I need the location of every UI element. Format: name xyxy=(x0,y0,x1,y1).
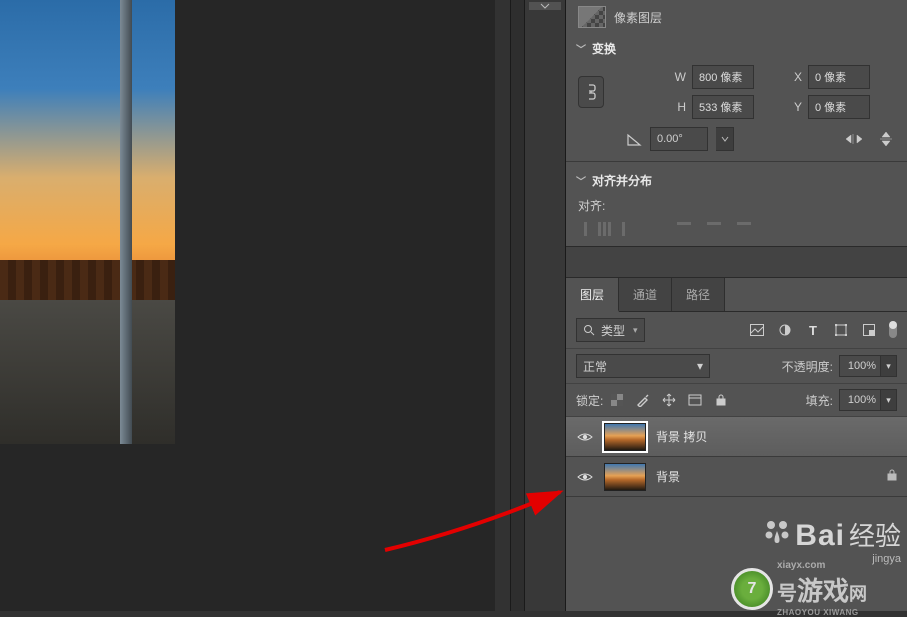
lock-row: 锁定: 填充: 100% ▾ xyxy=(566,384,907,417)
filter-toggle[interactable] xyxy=(889,322,897,338)
transform-section-header[interactable]: ﹀ 变换 xyxy=(566,34,907,61)
rotation-angle-icon xyxy=(626,131,642,147)
x-label: X xyxy=(784,70,802,84)
document-image[interactable] xyxy=(0,0,175,444)
h-label: H xyxy=(668,100,686,114)
layer-thumbnail[interactable] xyxy=(604,463,646,491)
opacity-input[interactable]: 100% xyxy=(839,355,881,377)
chevron-down-icon: ▾ xyxy=(633,325,638,336)
lock-pixels-button[interactable] xyxy=(635,392,651,408)
align-left-button[interactable] xyxy=(584,222,587,236)
tab-paths[interactable]: 路径 xyxy=(672,278,725,311)
pixel-layer-icon xyxy=(578,6,606,28)
lock-icon xyxy=(887,469,897,484)
pixel-layer-label: 像素图层 xyxy=(614,9,662,26)
y-position-input[interactable]: 0 像素 xyxy=(808,95,870,119)
layer-item[interactable]: 背景 xyxy=(566,457,907,497)
filter-shape-icon[interactable] xyxy=(833,322,849,338)
opacity-label: 不透明度: xyxy=(782,358,833,375)
filter-type-icon[interactable]: T xyxy=(805,322,821,338)
link-wh-button[interactable] xyxy=(578,76,604,108)
fill-input[interactable]: 100% xyxy=(839,389,881,411)
layer-filter-row: 类型 ▾ T xyxy=(566,312,907,349)
tab-channels[interactable]: 通道 xyxy=(619,278,672,311)
search-icon xyxy=(581,322,597,338)
align-right-button[interactable] xyxy=(622,222,625,236)
align-buttons-row xyxy=(578,222,895,236)
rotation-input[interactable]: 0.00° xyxy=(650,127,708,151)
layers-panel: 图层 通道 路径 类型 ▾ T 正常 xyxy=(566,278,907,611)
rotation-dropdown-button[interactable] xyxy=(716,127,734,151)
lock-transparency-button[interactable] xyxy=(609,392,625,408)
blend-mode-row: 正常 ▾ 不透明度: 100% ▾ xyxy=(566,349,907,384)
filter-pixel-icon[interactable] xyxy=(749,322,765,338)
align-section-header[interactable]: ﹀ 对齐并分布 xyxy=(566,166,907,193)
blend-mode-dropdown[interactable]: 正常 ▾ xyxy=(576,354,710,378)
layer-name[interactable]: 背景 拷贝 xyxy=(656,428,707,445)
layer-item[interactable]: 背景 拷贝 xyxy=(566,417,907,457)
align-bottom-button[interactable] xyxy=(737,222,751,225)
chevron-down-icon: ﹀ xyxy=(576,41,586,56)
align-vcenter-button[interactable] xyxy=(707,222,721,225)
filter-smart-icon[interactable] xyxy=(861,322,877,338)
y-label: Y xyxy=(784,100,802,114)
panel-tabs: 图层 通道 路径 xyxy=(566,278,907,312)
right-panel: 像素图层 ﹀ 变换 W 800 像素 X 0 像素 H 533 像素 Y 0 xyxy=(566,0,907,611)
layer-thumbnail[interactable] xyxy=(604,423,646,451)
collapsed-dock[interactable] xyxy=(524,0,566,611)
align-hcenter-button[interactable] xyxy=(603,222,606,236)
lock-all-button[interactable] xyxy=(713,392,729,408)
lock-artboard-button[interactable] xyxy=(687,392,703,408)
x-position-input[interactable]: 0 像素 xyxy=(808,65,870,89)
blend-mode-value: 正常 xyxy=(583,358,607,375)
properties-panel: 像素图层 ﹀ 变换 W 800 像素 X 0 像素 H 533 像素 Y 0 xyxy=(566,0,907,246)
width-input[interactable]: 800 像素 xyxy=(692,65,754,89)
w-label: W xyxy=(668,70,686,84)
lock-position-button[interactable] xyxy=(661,392,677,408)
align-label: 对齐: xyxy=(578,197,895,214)
opacity-dropdown-button[interactable]: ▾ xyxy=(881,355,897,377)
flip-vertical-button[interactable] xyxy=(877,132,895,146)
tab-layers[interactable]: 图层 xyxy=(566,278,619,312)
dock-expand-button[interactable] xyxy=(529,2,561,10)
chevron-down-icon: ▾ xyxy=(697,359,703,373)
fill-dropdown-button[interactable]: ▾ xyxy=(881,389,897,411)
panel-resize-handle[interactable] xyxy=(510,0,524,611)
visibility-toggle[interactable] xyxy=(576,428,594,446)
align-title: 对齐并分布 xyxy=(592,172,652,189)
visibility-toggle[interactable] xyxy=(576,468,594,486)
layer-list: 背景 拷贝 背景 xyxy=(566,417,907,611)
chevron-down-icon: ﹀ xyxy=(576,173,586,188)
filter-type-label: 类型 xyxy=(601,322,625,339)
filter-type-dropdown[interactable]: 类型 ▾ xyxy=(576,318,645,342)
lock-label: 锁定: xyxy=(576,392,603,409)
align-top-button[interactable] xyxy=(677,222,691,225)
flip-horizontal-button[interactable] xyxy=(845,132,863,146)
transform-title: 变换 xyxy=(592,40,616,57)
fill-label: 填充: xyxy=(806,392,833,409)
filter-adjust-icon[interactable] xyxy=(777,322,793,338)
canvas-area[interactable] xyxy=(0,0,495,611)
panel-gap xyxy=(566,246,907,278)
layer-name[interactable]: 背景 xyxy=(656,468,680,485)
height-input[interactable]: 533 像素 xyxy=(692,95,754,119)
